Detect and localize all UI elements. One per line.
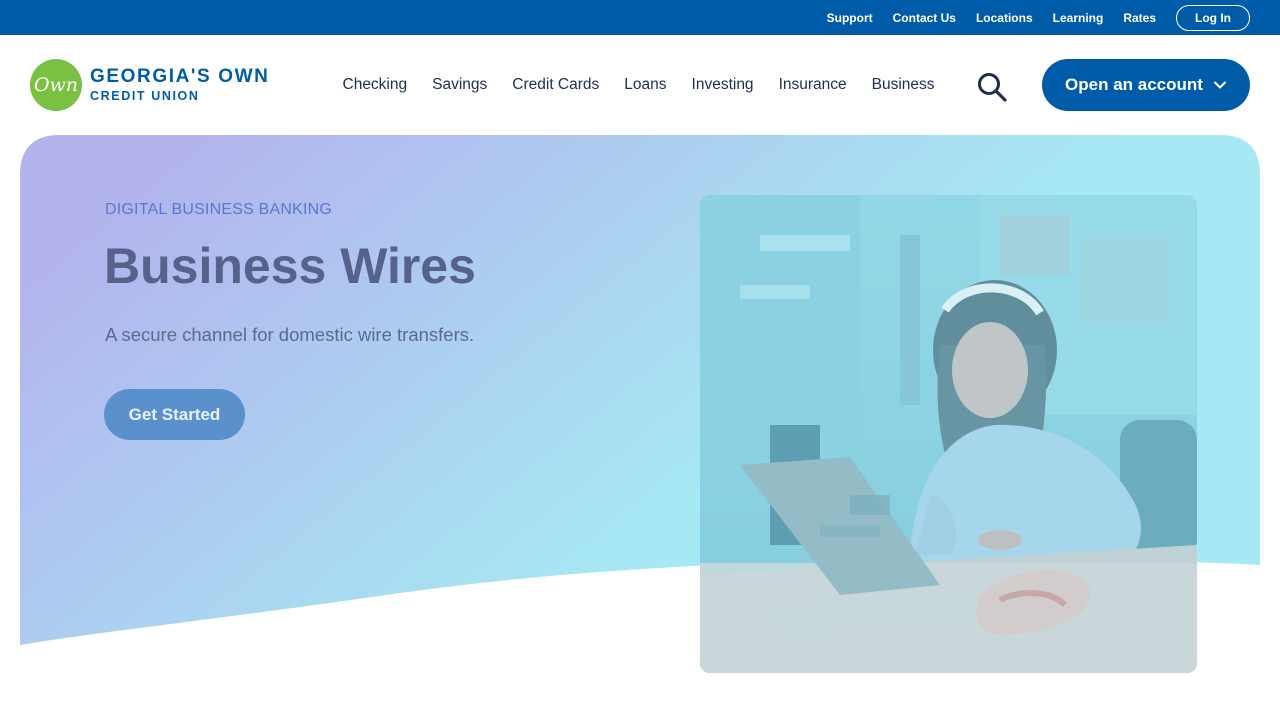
nav-item-loans[interactable]: Loans [624, 76, 666, 94]
nav-item-business[interactable]: Business [872, 76, 935, 94]
utility-link-rates[interactable]: Rates [1123, 12, 1156, 24]
utility-link-learning[interactable]: Learning [1053, 12, 1104, 24]
logo-mark: Own [30, 59, 82, 111]
open-account-label: Open an account [1065, 75, 1203, 94]
hero-section: DIGITAL BUSINESS BANKING Business Wires … [20, 135, 1260, 720]
nav-item-savings[interactable]: Savings [432, 76, 487, 94]
hero-eyebrow: DIGITAL BUSINESS BANKING [105, 201, 333, 218]
get-started-button[interactable]: Get Started [104, 389, 245, 440]
page-title: Business Wires [104, 238, 476, 294]
nav-item-credit-cards[interactable]: Credit Cards [512, 76, 599, 94]
logo[interactable]: Own GEORGIA'S OWN CREDIT UNION [30, 59, 269, 111]
open-account-button[interactable]: Open an account [1042, 59, 1250, 111]
nav-item-insurance[interactable]: Insurance [779, 76, 847, 94]
chevron-down-icon [1213, 81, 1226, 89]
search-button[interactable] [976, 71, 1008, 103]
logo-wordmark: GEORGIA'S OWN CREDIT UNION [90, 67, 269, 103]
site-header: Own GEORGIA'S OWN CREDIT UNION Checking … [0, 35, 1280, 135]
login-button[interactable]: Log In [1176, 4, 1250, 31]
main-nav: Checking Savings Credit Cards Loans Inve… [330, 35, 947, 135]
nav-item-investing[interactable]: Investing [692, 76, 754, 94]
logo-name-line2: CREDIT UNION [90, 89, 200, 104]
utility-bar: Support Contact Us Locations Learning Ra… [0, 0, 1280, 35]
utility-links: Support Contact Us Locations Learning Ra… [807, 0, 1250, 35]
nav-item-checking[interactable]: Checking [343, 76, 408, 94]
logo-name-line1: GEORGIA'S OWN [90, 66, 270, 88]
utility-link-locations[interactable]: Locations [976, 12, 1033, 24]
hero-photo [700, 195, 1197, 673]
utility-link-contact-us[interactable]: Contact Us [893, 12, 956, 24]
search-icon [978, 73, 1007, 102]
utility-link-support[interactable]: Support [827, 12, 873, 24]
hero-subtitle: A secure channel for domestic wire trans… [105, 324, 475, 345]
